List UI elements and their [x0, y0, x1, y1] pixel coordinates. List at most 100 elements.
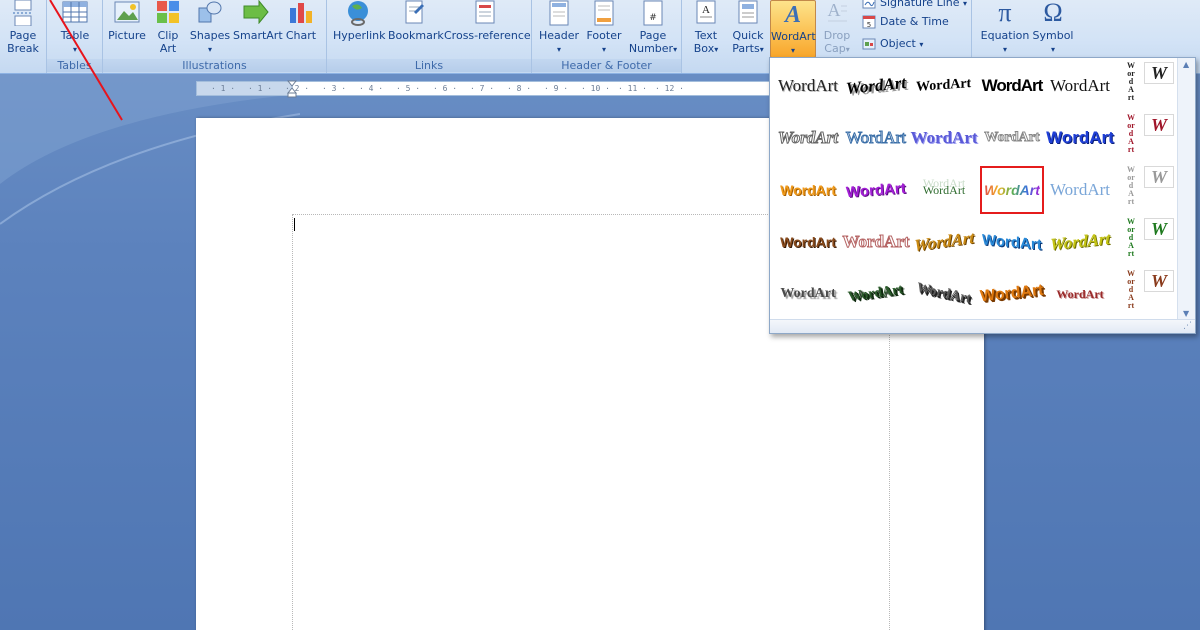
wordart-style-option[interactable]: WordArt	[1048, 166, 1112, 214]
wordart-style-sample: WordArt	[979, 281, 1045, 306]
shapes-button[interactable]: Shapes ▾	[189, 0, 231, 56]
wordart-style-sample: WordArt	[916, 76, 972, 95]
wordart-vertical-option[interactable]: WordArt	[1120, 62, 1142, 110]
footer-button[interactable]: Footer ▾	[582, 0, 626, 56]
wordart-style-option[interactable]: WordArt	[776, 62, 840, 110]
wordart-style-sample: WordArt	[845, 179, 907, 201]
ruler-tick-label: · 12 ·	[655, 84, 684, 93]
wordart-vertical-option[interactable]: WordArt	[1120, 218, 1142, 266]
equation-dropdown-arrow: ▾	[1002, 45, 1007, 54]
wordart-style-sample: WordArt	[1056, 286, 1104, 301]
clip-art-button[interactable]: Clip Art	[151, 0, 185, 55]
wordart-style-option[interactable]: WordArt	[776, 166, 840, 214]
wordart-vertical-option[interactable]: WordArt	[1120, 166, 1142, 214]
wordart-w-option[interactable]: W	[1144, 218, 1174, 240]
pi-icon: π	[998, 0, 1012, 27]
wordart-style-option[interactable]: WordArt	[1048, 218, 1112, 266]
wordart-style-option[interactable]: WordArt	[912, 166, 976, 214]
links-group: Hyperlink Bookmark Cross-reference Links	[327, 0, 532, 73]
page-number-dropdown-arrow: ▾	[673, 45, 678, 54]
ruler-tick-label: · 3 ·	[322, 84, 347, 93]
ruler-tick-label: · 5 ·	[396, 84, 421, 93]
date-time-button[interactable]: 5 Date & Time	[862, 13, 949, 31]
wordart-w-option[interactable]: W	[1144, 62, 1174, 84]
signature-line-button[interactable]: Signature Line ▾	[862, 0, 967, 13]
cross-reference-button[interactable]: Cross-reference	[444, 0, 531, 42]
ruler-indent-marker[interactable]	[287, 80, 297, 98]
wordart-style-sample: WordArt	[981, 76, 1044, 95]
header-button[interactable]: Header ▾	[536, 0, 582, 56]
bookmark-button[interactable]: Bookmark	[388, 0, 444, 42]
object-button[interactable]: Object ▾	[862, 35, 923, 54]
wordart-icon: A	[771, 1, 815, 27]
equation-button[interactable]: π Equation ▾	[980, 0, 1030, 56]
ruler-tick-label: · 6 ·	[433, 84, 458, 93]
wordart-style-option[interactable]: WordArt	[1046, 114, 1114, 162]
wordart-button[interactable]: A WordArt ▾	[770, 0, 816, 58]
svg-text:A: A	[783, 2, 801, 27]
wordart-w-option[interactable]: W	[1144, 114, 1174, 136]
ruler-tick-label: · 11 ·	[618, 84, 647, 93]
wordart-vertical-option[interactable]: WordArt	[1120, 114, 1142, 162]
shapes-dropdown-arrow: ▾	[207, 45, 212, 54]
wordart-style-option[interactable]: WordArt	[776, 218, 840, 266]
quick-parts-button[interactable]: Quick Parts▾	[728, 0, 768, 56]
quick-parts-dropdown-arrow: ▾	[759, 45, 764, 54]
wordart-style-option[interactable]: WordArt	[980, 62, 1044, 110]
wordart-style-sample: WordArt	[842, 232, 910, 252]
svg-text:A: A	[702, 4, 710, 16]
symbol-dropdown-arrow: ▾	[1050, 45, 1055, 54]
symbol-button[interactable]: Ω Symbol ▾	[1032, 0, 1074, 56]
date-time-label: Date & Time	[880, 15, 949, 28]
wordart-style-option[interactable]: WordArt	[912, 62, 976, 110]
hyperlink-button[interactable]: Hyperlink	[333, 0, 386, 42]
footer-icon	[582, 0, 626, 26]
wordart-style-option[interactable]: WordArt	[912, 218, 976, 266]
ruler-tick-label: · 8 ·	[507, 84, 532, 93]
horizontal-ruler[interactable]: · 1 · · 1 · · 2 · · 3 · · 4 · · 5 · · 6 · · 7 ·…	[196, 81, 776, 96]
drop-cap-button[interactable]: A Drop Cap▾	[818, 0, 856, 56]
page-number-button[interactable]: # Page Number▾	[628, 0, 678, 56]
wordart-w-sample: W	[1150, 62, 1167, 83]
resize-grip-icon[interactable]: ⋰	[1183, 321, 1192, 331]
scroll-down-icon[interactable]: ▼	[1183, 309, 1189, 318]
wordart-vertical-option[interactable]: WordArt	[1120, 270, 1142, 318]
header-label: Header	[538, 29, 580, 42]
wordart-w-option[interactable]: W	[1144, 270, 1174, 292]
drop-cap-label-1: Drop	[823, 29, 851, 42]
wordart-style-sample: WordArt	[913, 227, 975, 256]
wordart-style-option[interactable]: WordArt	[910, 114, 977, 162]
wordart-w-option[interactable]: W	[1144, 166, 1174, 188]
page-break-button[interactable]: Page Break	[4, 0, 42, 55]
gallery-scrollbar[interactable]: ▲ ▼	[1177, 58, 1195, 320]
wordart-style-option[interactable]: WordArt	[776, 270, 840, 318]
wordart-style-option[interactable]: WordArt	[1048, 270, 1112, 318]
text-box-icon: A	[686, 0, 726, 26]
wordart-style-option[interactable]: WordArt	[980, 114, 1044, 162]
chart-button[interactable]: Chart	[283, 0, 319, 42]
smartart-button[interactable]: SmartArt	[233, 0, 283, 42]
wordart-style-option[interactable]: WordArt	[844, 62, 908, 110]
ruler-tick-label: · 10 ·	[581, 84, 610, 93]
wordart-style-option[interactable]: WordArt	[844, 270, 908, 318]
wordart-style-sample: WordArt	[845, 72, 907, 99]
text-box-button[interactable]: A Text Box▾	[686, 0, 726, 56]
scroll-up-icon[interactable]: ▲	[1183, 60, 1189, 69]
wordart-style-option[interactable]: WordArt	[844, 114, 908, 162]
clip-art-label-1: Clip	[157, 29, 179, 42]
gallery-resize-bar[interactable]: ⋰	[770, 319, 1195, 333]
wordart-style-sample: WordArt	[984, 182, 1040, 198]
wordart-style-option[interactable]: WordArt	[912, 270, 976, 318]
wordart-style-option[interactable]: WordArt	[979, 270, 1045, 318]
ruler-tick-label: · 7 ·	[470, 84, 495, 93]
chart-label: Chart	[285, 29, 317, 42]
wordart-style-option[interactable]: WordArt	[844, 166, 908, 214]
wordart-style-sample: WordArt	[1049, 180, 1110, 199]
wordart-style-selected[interactable]: WordArt	[980, 166, 1044, 214]
wordart-style-option[interactable]: WordArt	[980, 218, 1044, 266]
bookmark-label: Bookmark	[388, 29, 444, 42]
wordart-style-option[interactable]: WordArt	[1048, 62, 1112, 110]
wordart-style-option[interactable]: WordArt	[842, 218, 910, 266]
wordart-style-option[interactable]: WordArt	[776, 114, 840, 162]
drop-cap-icon: A	[818, 0, 856, 26]
